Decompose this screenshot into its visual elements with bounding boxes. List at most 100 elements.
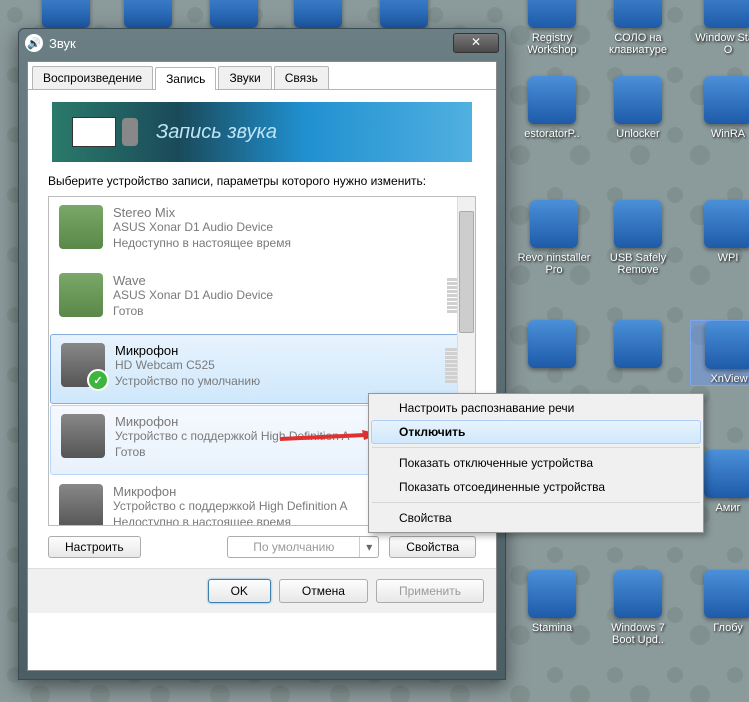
tab-Воспроизведение[interactable]: Воспроизведение: [32, 66, 153, 89]
device-status: Готов: [113, 304, 439, 320]
desktop-icon[interactable]: СОЛО на клавиатуре: [600, 0, 676, 56]
menu-item[interactable]: Настроить распознавание речи: [371, 396, 701, 420]
ok-button[interactable]: OK: [208, 579, 271, 603]
instruction-text: Выберите устройство записи, параметры ко…: [48, 174, 476, 188]
desktop-icon[interactable]: USB Safely Remove: [600, 200, 676, 276]
device-name: Wave: [113, 273, 439, 288]
app-icon: [614, 570, 662, 618]
desktop-icon[interactable]: Stamina: [514, 570, 590, 634]
desktop-icon[interactable]: Registry Workshop: [514, 0, 590, 56]
icon-label: Revo ninstaller Pro: [516, 252, 592, 276]
menu-item[interactable]: Показать отключенные устройства: [371, 451, 701, 475]
dropdown-label: По умолчанию: [228, 537, 359, 557]
check-icon: ✓: [87, 369, 109, 391]
device-info: Stereo MixASUS Xonar D1 Audio DeviceНедо…: [113, 205, 465, 257]
app-icon: [528, 0, 576, 28]
desktop-icon[interactable]: Глобу: [690, 570, 749, 634]
device-icon: ✓: [61, 343, 105, 387]
app-icon: [528, 76, 576, 124]
configure-button[interactable]: Настроить: [48, 536, 141, 558]
app-icon: [528, 570, 576, 618]
bottom-controls: Настроить По умолчанию ▾ Свойства: [48, 536, 476, 558]
apply-button[interactable]: Применить: [376, 579, 484, 603]
device-desc: ASUS Xonar D1 Audio Device: [113, 220, 465, 236]
device-desc: ASUS Xonar D1 Audio Device: [113, 288, 439, 304]
app-icon: [704, 570, 749, 618]
app-icon: [614, 76, 662, 124]
icon-label: Windows 7 Boot Upd..: [600, 622, 676, 646]
device-icon: [59, 273, 103, 317]
device-desc: HD Webcam C525: [115, 358, 437, 374]
desktop-icon[interactable]: XnView: [690, 320, 749, 386]
menu-separator: [372, 502, 700, 503]
speaker-icon: 🔊: [25, 34, 43, 52]
desktop-icon[interactable]: Windows 7 Boot Upd..: [600, 570, 676, 646]
app-icon: [380, 0, 428, 28]
device-item[interactable]: WaveASUS Xonar D1 Audio DeviceГотов: [49, 265, 475, 333]
app-icon: [124, 0, 172, 28]
app-icon: [705, 321, 749, 369]
device-item[interactable]: Stereo MixASUS Xonar D1 Audio DeviceНедо…: [49, 197, 475, 265]
desktop-icon[interactable]: estoratorP..: [514, 76, 590, 140]
icon-label: Window Start O: [690, 32, 749, 56]
icon-label: Registry Workshop: [514, 32, 590, 56]
menu-item[interactable]: Свойства: [371, 506, 701, 530]
app-icon: [294, 0, 342, 28]
desktop-icon[interactable]: [514, 320, 590, 372]
app-icon: [614, 0, 662, 28]
desktop-icon[interactable]: Unlocker: [600, 76, 676, 140]
desktop-icon[interactable]: WinRA: [690, 76, 749, 140]
app-icon: [530, 200, 578, 248]
mic-icon: [122, 118, 138, 146]
icon-label: СОЛО на клавиатуре: [600, 32, 676, 56]
tab-Запись[interactable]: Запись: [155, 67, 216, 90]
dialog-buttons: OK Отмена Применить: [28, 568, 496, 613]
vu-meter-icon: [72, 117, 116, 147]
close-button[interactable]: ✕: [453, 33, 499, 53]
window-title: Звук: [49, 36, 76, 51]
device-name: Stereo Mix: [113, 205, 465, 220]
icon-label: WPI: [690, 252, 749, 264]
device-info: WaveASUS Xonar D1 Audio DeviceГотов: [113, 273, 439, 325]
menu-item[interactable]: Отключить: [371, 420, 701, 444]
default-dropdown[interactable]: По умолчанию ▾: [227, 536, 379, 558]
icon-label: WinRA: [690, 128, 749, 140]
device-status: Устройство по умолчанию: [115, 374, 437, 390]
app-icon: [704, 76, 749, 124]
icon-label: Unlocker: [600, 128, 676, 140]
icon-label: USB Safely Remove: [600, 252, 676, 276]
app-icon: [704, 200, 749, 248]
app-icon: [704, 0, 749, 28]
context-menu: Настроить распознавание речиОтключить Пок…: [368, 393, 704, 533]
device-icon: [59, 205, 103, 249]
desktop-icon[interactable]: [600, 320, 676, 372]
icon-label: Глобу: [690, 622, 749, 634]
app-icon: [614, 320, 662, 368]
menu-separator: [372, 447, 700, 448]
device-info: МикрофонHD Webcam C525Устройство по умол…: [115, 343, 437, 395]
device-icon: [59, 484, 103, 526]
device-status: Недоступно в настоящее время: [113, 236, 465, 252]
device-name: Микрофон: [115, 343, 437, 358]
tab-strip: ВоспроизведениеЗаписьЗвукиСвязь: [28, 62, 496, 90]
sound-dialog: 🔊 Звук ✕ ВоспроизведениеЗаписьЗвукиСвязь…: [18, 28, 506, 680]
dialog-content: ВоспроизведениеЗаписьЗвукиСвязь Запись з…: [27, 61, 497, 671]
banner: Запись звука: [52, 102, 472, 162]
app-icon: [528, 320, 576, 368]
icon-label: Stamina: [514, 622, 590, 634]
scroll-thumb[interactable]: [459, 211, 474, 333]
desktop-icon[interactable]: Window Start O: [690, 0, 749, 56]
app-icon: [704, 450, 749, 498]
desktop-icon[interactable]: Revo ninstaller Pro: [516, 200, 592, 276]
tab-Связь[interactable]: Связь: [274, 66, 329, 89]
icon-label: estoratorP..: [514, 128, 590, 140]
app-icon: [614, 200, 662, 248]
app-icon: [42, 0, 90, 28]
properties-button[interactable]: Свойства: [389, 536, 476, 558]
tab-Звуки[interactable]: Звуки: [218, 66, 271, 89]
titlebar[interactable]: 🔊 Звук ✕: [19, 29, 505, 57]
app-icon: [210, 0, 258, 28]
menu-item[interactable]: Показать отсоединенные устройства: [371, 475, 701, 499]
desktop-icon[interactable]: WPI: [690, 200, 749, 264]
cancel-button[interactable]: Отмена: [279, 579, 368, 603]
